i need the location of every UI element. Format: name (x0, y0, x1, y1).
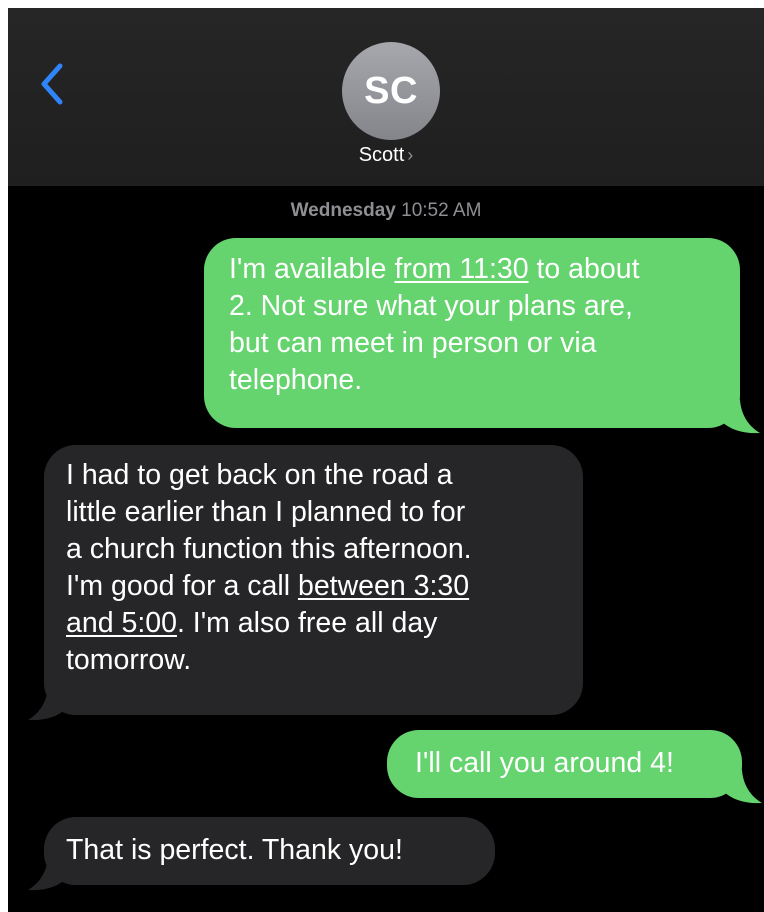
contact-name-button[interactable]: Scott › (8, 144, 764, 167)
messages-screen: SC Scott › Wednesday 10:52 AM I'm availab… (8, 8, 764, 912)
back-button[interactable] (34, 56, 74, 112)
sent-message-bubble[interactable]: I'll call you around 4! (387, 730, 742, 798)
received-bubble-tail (28, 687, 66, 721)
conversation-header: SC Scott › (8, 8, 764, 186)
contact-name: Scott (358, 144, 405, 166)
sent-bubble-tail (722, 400, 760, 434)
timestamp-time: 10:52 AM (401, 200, 482, 221)
received-message-bubble[interactable]: I had to get back on the road a little e… (44, 445, 583, 715)
message-timestamp: Wednesday 10:52 AM (8, 200, 764, 222)
sent-message-bubble[interactable]: I'm available from 11:30 to about 2. Not… (204, 238, 740, 428)
time-link[interactable]: from 11:30 (394, 253, 528, 285)
message-text: That is perfect. Thank you! (66, 834, 403, 866)
received-bubble-tail (28, 857, 66, 891)
chevron-right-icon: › (407, 145, 414, 165)
chevron-left-icon (41, 63, 63, 105)
received-message-bubble[interactable]: That is perfect. Thank you! (44, 817, 495, 885)
sent-bubble-tail (724, 770, 762, 804)
avatar-initials: SC (364, 69, 418, 112)
message-text: I'm available (229, 253, 395, 285)
message-text: I'll call you around 4! (415, 747, 674, 779)
contact-avatar[interactable]: SC (342, 42, 440, 140)
timestamp-day: Wednesday (290, 200, 396, 221)
